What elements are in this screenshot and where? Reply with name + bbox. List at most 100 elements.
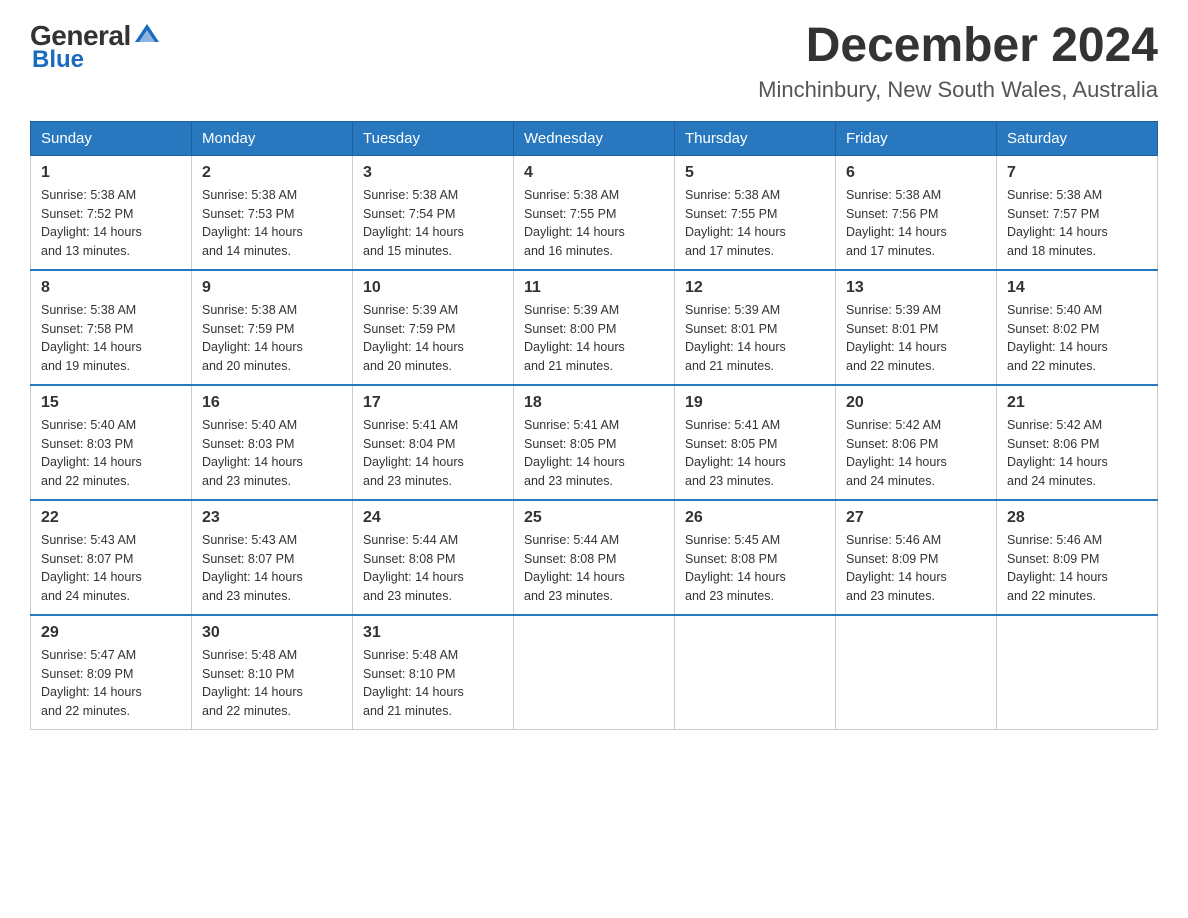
day-number: 1 — [41, 164, 181, 182]
calendar-cell: 1 Sunrise: 5:38 AMSunset: 7:52 PMDaylight… — [31, 155, 192, 270]
title-area: December 2024 Minchinbury, New South Wal… — [758, 20, 1158, 103]
day-number: 8 — [41, 279, 181, 297]
day-number: 19 — [685, 394, 825, 412]
weekday-header-row: Sunday Monday Tuesday Wednesday Thursday… — [31, 121, 1158, 155]
calendar-cell: 9 Sunrise: 5:38 AMSunset: 7:59 PMDaylight… — [192, 270, 353, 385]
day-info: Sunrise: 5:41 AMSunset: 8:05 PMDaylight:… — [685, 416, 825, 491]
calendar-cell: 25Sunrise: 5:44 AMSunset: 8:08 PMDayligh… — [514, 500, 675, 615]
day-info: Sunrise: 5:40 AMSunset: 8:03 PMDaylight:… — [41, 416, 181, 491]
day-info: Sunrise: 5:39 AMSunset: 8:00 PMDaylight:… — [524, 301, 664, 376]
calendar-cell: 14 Sunrise: 5:40 AMSunset: 8:02 PMDayligh… — [997, 270, 1158, 385]
day-info: Sunrise: 5:39 AMSunset: 7:59 PMDaylight:… — [363, 301, 503, 376]
calendar-cell: 21 Sunrise: 5:42 AMSunset: 8:06 PMDayligh… — [997, 385, 1158, 500]
calendar-cell: 28 Sunrise: 5:46 AMSunset: 8:09 PMDayligh… — [997, 500, 1158, 615]
calendar-cell: 2 Sunrise: 5:38 AMSunset: 7:53 PMDaylight… — [192, 155, 353, 270]
page-header: General Blue December 2024 Minchinbury, … — [30, 20, 1158, 103]
header-monday: Monday — [192, 121, 353, 155]
day-info: Sunrise: 5:38 AMSunset: 7:57 PMDaylight:… — [1007, 186, 1147, 261]
calendar-cell — [836, 615, 997, 730]
day-number: 26 — [685, 509, 825, 527]
day-info: Sunrise: 5:44 AMSunset: 8:08 PMDaylight:… — [363, 531, 503, 606]
logo: General Blue — [30, 20, 161, 74]
calendar-cell: 24 Sunrise: 5:44 AMSunset: 8:08 PMDayligh… — [353, 500, 514, 615]
calendar-cell: 3Sunrise: 5:38 AMSunset: 7:54 PMDaylight… — [353, 155, 514, 270]
day-number: 12 — [685, 279, 825, 297]
day-number: 17 — [363, 394, 503, 412]
day-number: 27 — [846, 509, 986, 527]
calendar-cell: 17Sunrise: 5:41 AMSunset: 8:04 PMDayligh… — [353, 385, 514, 500]
day-info: Sunrise: 5:48 AMSunset: 8:10 PMDaylight:… — [202, 646, 342, 721]
day-info: Sunrise: 5:46 AMSunset: 8:09 PMDaylight:… — [1007, 531, 1147, 606]
calendar-cell: 4Sunrise: 5:38 AMSunset: 7:55 PMDaylight… — [514, 155, 675, 270]
calendar-cell: 20 Sunrise: 5:42 AMSunset: 8:06 PMDayligh… — [836, 385, 997, 500]
day-number: 21 — [1007, 394, 1147, 412]
calendar-cell: 13 Sunrise: 5:39 AMSunset: 8:01 PMDayligh… — [836, 270, 997, 385]
calendar-cell: 8 Sunrise: 5:38 AMSunset: 7:58 PMDaylight… — [31, 270, 192, 385]
day-info: Sunrise: 5:42 AMSunset: 8:06 PMDaylight:… — [846, 416, 986, 491]
calendar-cell: 12 Sunrise: 5:39 AMSunset: 8:01 PMDayligh… — [675, 270, 836, 385]
day-info: Sunrise: 5:38 AMSunset: 7:59 PMDaylight:… — [202, 301, 342, 376]
header-saturday: Saturday — [997, 121, 1158, 155]
day-number: 18 — [524, 394, 664, 412]
day-info: Sunrise: 5:38 AMSunset: 7:54 PMDaylight:… — [363, 186, 503, 261]
day-info: Sunrise: 5:45 AMSunset: 8:08 PMDaylight:… — [685, 531, 825, 606]
day-number: 23 — [202, 509, 342, 527]
day-info: Sunrise: 5:38 AMSunset: 7:53 PMDaylight:… — [202, 186, 342, 261]
calendar-cell: 26 Sunrise: 5:45 AMSunset: 8:08 PMDayligh… — [675, 500, 836, 615]
day-info: Sunrise: 5:42 AMSunset: 8:06 PMDaylight:… — [1007, 416, 1147, 491]
day-number: 24 — [363, 509, 503, 527]
calendar-title: December 2024 — [758, 20, 1158, 73]
day-info: Sunrise: 5:38 AMSunset: 7:52 PMDaylight:… — [41, 186, 181, 261]
day-info: Sunrise: 5:43 AMSunset: 8:07 PMDaylight:… — [202, 531, 342, 606]
header-thursday: Thursday — [675, 121, 836, 155]
header-sunday: Sunday — [31, 121, 192, 155]
day-number: 11 — [524, 279, 664, 297]
header-wednesday: Wednesday — [514, 121, 675, 155]
day-info: Sunrise: 5:38 AMSunset: 7:58 PMDaylight:… — [41, 301, 181, 376]
calendar-cell: 27 Sunrise: 5:46 AMSunset: 8:09 PMDayligh… — [836, 500, 997, 615]
calendar-cell: 19 Sunrise: 5:41 AMSunset: 8:05 PMDayligh… — [675, 385, 836, 500]
calendar-table: Sunday Monday Tuesday Wednesday Thursday… — [30, 121, 1158, 730]
calendar-week-row: 29Sunrise: 5:47 AMSunset: 8:09 PMDayligh… — [31, 615, 1158, 730]
day-info: Sunrise: 5:48 AMSunset: 8:10 PMDaylight:… — [363, 646, 503, 721]
day-number: 16 — [202, 394, 342, 412]
day-number: 22 — [41, 509, 181, 527]
day-info: Sunrise: 5:39 AMSunset: 8:01 PMDaylight:… — [685, 301, 825, 376]
day-number: 2 — [202, 164, 342, 182]
day-number: 13 — [846, 279, 986, 297]
calendar-cell: 18 Sunrise: 5:41 AMSunset: 8:05 PMDayligh… — [514, 385, 675, 500]
day-number: 20 — [846, 394, 986, 412]
day-info: Sunrise: 5:38 AMSunset: 7:56 PMDaylight:… — [846, 186, 986, 261]
day-info: Sunrise: 5:44 AMSunset: 8:08 PMDaylight:… — [524, 531, 664, 606]
day-info: Sunrise: 5:39 AMSunset: 8:01 PMDaylight:… — [846, 301, 986, 376]
calendar-cell — [514, 615, 675, 730]
day-number: 7 — [1007, 164, 1147, 182]
day-info: Sunrise: 5:41 AMSunset: 8:05 PMDaylight:… — [524, 416, 664, 491]
calendar-cell: 10 Sunrise: 5:39 AMSunset: 7:59 PMDayligh… — [353, 270, 514, 385]
day-info: Sunrise: 5:46 AMSunset: 8:09 PMDaylight:… — [846, 531, 986, 606]
day-number: 5 — [685, 164, 825, 182]
calendar-cell: 5 Sunrise: 5:38 AMSunset: 7:55 PMDaylight… — [675, 155, 836, 270]
calendar-cell: 6Sunrise: 5:38 AMSunset: 7:56 PMDaylight… — [836, 155, 997, 270]
day-number: 14 — [1007, 279, 1147, 297]
day-info: Sunrise: 5:40 AMSunset: 8:02 PMDaylight:… — [1007, 301, 1147, 376]
day-info: Sunrise: 5:47 AMSunset: 8:09 PMDaylight:… — [41, 646, 181, 721]
day-info: Sunrise: 5:38 AMSunset: 7:55 PMDaylight:… — [685, 186, 825, 261]
header-friday: Friday — [836, 121, 997, 155]
calendar-cell: 16 Sunrise: 5:40 AMSunset: 8:03 PMDayligh… — [192, 385, 353, 500]
calendar-cell — [675, 615, 836, 730]
calendar-subtitle: Minchinbury, New South Wales, Australia — [758, 77, 1158, 103]
day-number: 30 — [202, 624, 342, 642]
calendar-week-row: 22 Sunrise: 5:43 AMSunset: 8:07 PMDayligh… — [31, 500, 1158, 615]
header-tuesday: Tuesday — [353, 121, 514, 155]
logo-icon — [133, 20, 161, 48]
day-info: Sunrise: 5:40 AMSunset: 8:03 PMDaylight:… — [202, 416, 342, 491]
logo-blue-text: Blue — [32, 46, 84, 73]
day-number: 28 — [1007, 509, 1147, 527]
calendar-week-row: 15Sunrise: 5:40 AMSunset: 8:03 PMDayligh… — [31, 385, 1158, 500]
day-number: 9 — [202, 279, 342, 297]
calendar-cell: 30 Sunrise: 5:48 AMSunset: 8:10 PMDayligh… — [192, 615, 353, 730]
calendar-cell: 7 Sunrise: 5:38 AMSunset: 7:57 PMDaylight… — [997, 155, 1158, 270]
calendar-cell: 11 Sunrise: 5:39 AMSunset: 8:00 PMDayligh… — [514, 270, 675, 385]
day-number: 10 — [363, 279, 503, 297]
